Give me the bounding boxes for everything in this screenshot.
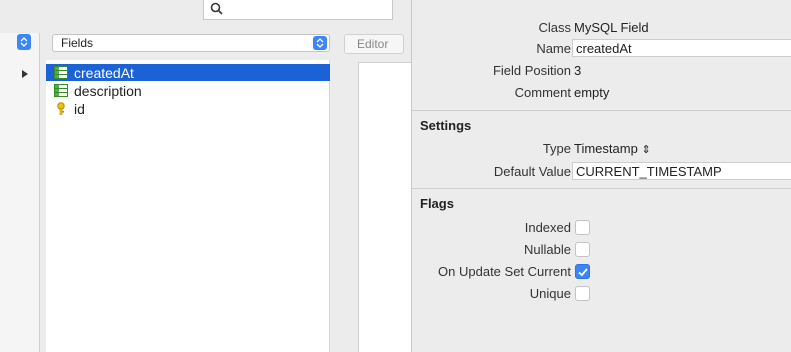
divider (412, 110, 791, 111)
type-popup[interactable]: Timestamp ⇕ (574, 141, 651, 156)
editor-area[interactable] (358, 62, 412, 352)
editor-tab-button[interactable]: Editor (344, 34, 404, 54)
field-name: description (74, 82, 142, 99)
class-value: MySQL Field (574, 20, 649, 35)
flags-section-title: Flags (420, 196, 454, 211)
field-icon (54, 84, 68, 97)
flag-nullable-label: Nullable (524, 242, 571, 257)
chevron-updown-icon (316, 38, 324, 48)
list-item[interactable]: createdAt (46, 64, 330, 81)
class-label: Class (538, 20, 571, 35)
list-item[interactable]: id (46, 100, 330, 117)
disclosure-arrow-icon[interactable] (22, 70, 28, 78)
key-icon (57, 102, 65, 115)
default-value-label: Default Value (493, 164, 571, 179)
search-icon (210, 2, 223, 15)
flag-unique-checkbox[interactable] (575, 286, 590, 301)
field-position-label: Field Position (492, 63, 571, 78)
fields-list: createdAt description id (46, 60, 330, 352)
checkmark-icon (578, 268, 588, 277)
settings-section-title: Settings (420, 118, 472, 133)
fields-popup-stepper[interactable] (313, 36, 327, 50)
field-name: createdAt (74, 64, 134, 81)
comment-value[interactable]: empty (574, 85, 609, 100)
inspector-panel: Class MySQL Field Name createdAt Field P… (411, 0, 791, 352)
field-name: id (74, 100, 85, 117)
fields-popup-label: Fields (61, 36, 94, 50)
flag-indexed-label: Indexed (524, 220, 571, 235)
name-field[interactable]: createdAt (572, 39, 791, 57)
left-sidebar (0, 33, 40, 352)
left-popup-stepper[interactable] (17, 34, 31, 50)
flag-unique-label: Unique (529, 286, 571, 301)
chevron-updown-icon: ⇕ (641, 144, 651, 156)
divider (412, 188, 791, 189)
comment-label: Comment (514, 85, 571, 100)
name-label: Name (536, 41, 571, 56)
flag-indexed-checkbox[interactable] (575, 220, 590, 235)
flag-nullable-checkbox[interactable] (575, 242, 590, 257)
type-label: Type (542, 141, 571, 156)
flag-on-update-checkbox[interactable] (575, 264, 590, 279)
list-item[interactable]: description (46, 82, 330, 99)
field-position-value: 3 (574, 63, 582, 78)
fields-popup[interactable]: Fields (52, 34, 330, 52)
field-icon (54, 66, 68, 79)
default-value-field[interactable]: CURRENT_TIMESTAMP (572, 162, 791, 180)
search-field[interactable] (203, 0, 393, 20)
chevron-updown-icon (20, 37, 28, 47)
flag-on-update-label: On Update Set Current (438, 264, 571, 279)
type-value: Timestamp (574, 141, 638, 156)
